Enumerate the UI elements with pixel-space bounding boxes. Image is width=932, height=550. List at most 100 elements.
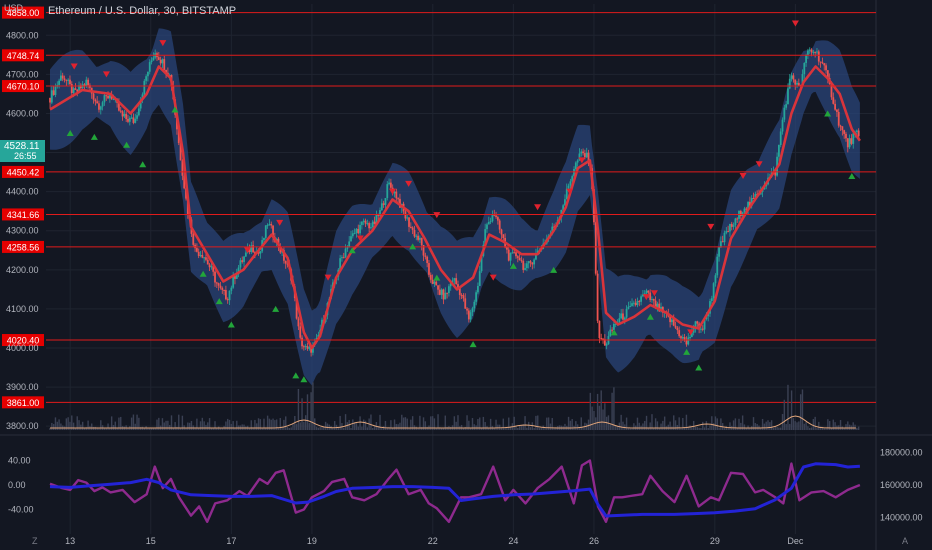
candle-body: [448, 286, 450, 294]
volume-bar: [56, 421, 58, 430]
candle-body: [832, 97, 835, 104]
candle-body: [137, 108, 140, 116]
candle-body: [723, 232, 726, 243]
candle-body: [341, 257, 343, 259]
candle-body: [857, 130, 860, 136]
volume-bar: [718, 427, 720, 430]
volume-bar: [692, 420, 695, 430]
volume-bar: [770, 420, 773, 430]
volume-bar: [604, 403, 606, 430]
volume-bar: [723, 427, 726, 430]
osc-right-tick-label: 180000.00: [880, 447, 923, 457]
candle-body: [513, 252, 516, 254]
candle-body: [373, 221, 376, 224]
candle-body: [796, 82, 798, 85]
volume-bar: [662, 420, 664, 430]
candle-body: [574, 162, 577, 170]
osc-y-tick-label: 40.00: [8, 456, 31, 466]
candle-body: [730, 223, 733, 227]
candle-body: [583, 153, 586, 158]
candle-body: [379, 210, 381, 216]
volume-bar: [352, 419, 354, 430]
candle-body: [446, 292, 448, 294]
candle-body: [739, 211, 742, 217]
volume-bar: [798, 421, 800, 430]
candle-body: [792, 75, 795, 80]
y-tick-label: 3900.00: [6, 382, 39, 392]
trading-chart[interactable]: 4858.004748.744670.104450.424341.664258.…: [0, 0, 932, 550]
y-tick-label: 4800.00: [6, 30, 39, 40]
volume-bar: [286, 427, 289, 430]
volume-bar: [720, 418, 722, 430]
volume-bar: [283, 419, 285, 430]
volume-bar: [114, 421, 117, 430]
candle-body: [498, 220, 501, 230]
level-label: 3861.00: [7, 398, 40, 408]
volume-bar: [290, 427, 292, 430]
volume-bar: [533, 427, 535, 430]
volume-bar: [854, 424, 856, 430]
volume-bar: [845, 424, 847, 430]
candle-body: [266, 225, 269, 227]
candle-body: [473, 301, 476, 309]
osc-y-tick-label: 0.00: [8, 480, 26, 490]
volume-bar: [660, 423, 662, 430]
candle-body: [228, 290, 231, 301]
volume-bar: [250, 420, 252, 430]
volume-bar: [656, 421, 659, 430]
candle-body: [96, 101, 99, 104]
volume-bar: [783, 399, 786, 430]
candle-body: [94, 99, 97, 102]
volume-bar: [399, 422, 401, 430]
candle-body: [128, 117, 131, 122]
candle-body: [496, 217, 499, 221]
volume-bar: [508, 417, 510, 430]
candle-body: [163, 59, 166, 70]
candle-body: [466, 308, 468, 311]
candle-body: [404, 211, 407, 219]
candle-body: [201, 254, 204, 258]
volume-bar: [397, 424, 399, 430]
candle-body: [625, 308, 628, 318]
volume-bar: [644, 421, 646, 430]
candle-body: [805, 55, 807, 63]
candle-body: [834, 103, 837, 110]
volume-bar: [167, 420, 169, 430]
candle-body: [119, 110, 122, 112]
candle-body: [145, 76, 148, 81]
volume-bar: [306, 394, 309, 430]
candle-body: [797, 82, 800, 86]
candle-body: [270, 223, 273, 226]
volume-bar: [69, 421, 71, 430]
candle-body: [453, 278, 456, 281]
candle-body: [596, 273, 599, 321]
level-label: 4341.66: [7, 210, 40, 220]
candle-body: [440, 289, 443, 295]
candle-body: [60, 75, 62, 81]
volume-bar: [593, 410, 595, 430]
volume-bar: [674, 420, 677, 430]
timezone-icon[interactable]: Z: [32, 536, 38, 546]
volume-bar: [395, 424, 398, 430]
candle-body: [157, 57, 160, 60]
candle-body: [99, 106, 102, 110]
candle-body: [301, 337, 303, 347]
candle-body: [531, 262, 534, 265]
candle-body: [263, 237, 265, 241]
candle-body: [362, 220, 365, 222]
volume-bar: [790, 390, 793, 430]
candle-body: [529, 261, 532, 263]
candle-body: [716, 256, 719, 276]
volume-bar: [792, 418, 795, 430]
candle-body: [638, 300, 641, 302]
candle-body: [527, 261, 530, 264]
candle-body: [714, 275, 717, 284]
volume-bar: [292, 423, 294, 430]
volume-bar: [591, 406, 593, 430]
candle-body: [408, 217, 410, 227]
candle-body: [807, 50, 809, 56]
candle-body: [518, 257, 521, 261]
volume-bar: [297, 388, 300, 430]
auto-scale-icon[interactable]: A: [902, 536, 908, 546]
candle-body: [268, 223, 271, 226]
